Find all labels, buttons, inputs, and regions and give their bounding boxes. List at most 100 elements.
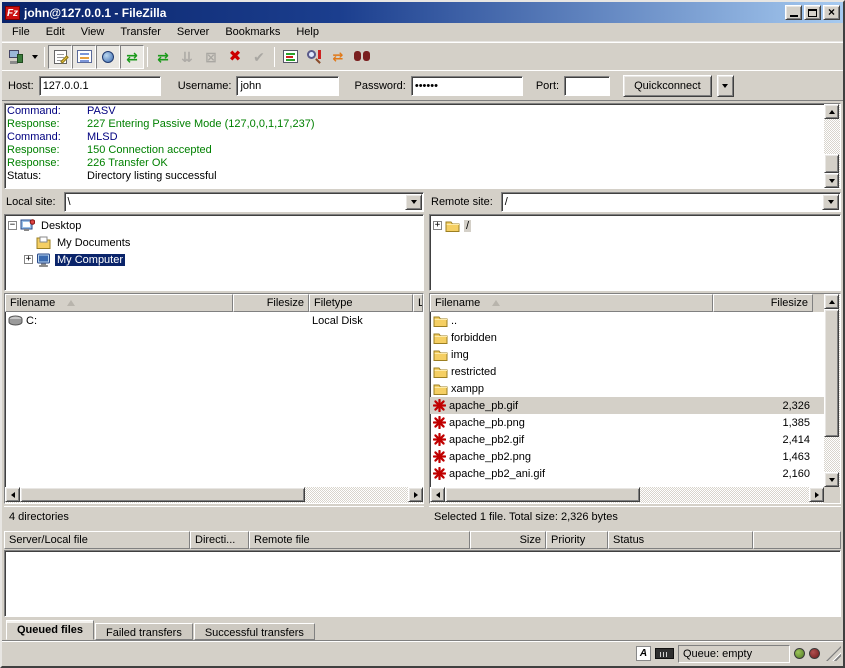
directory-comparison-button[interactable]: [278, 45, 302, 69]
username-input[interactable]: [236, 76, 339, 96]
remote-site-dropdown-button[interactable]: [822, 194, 839, 210]
remote-tree[interactable]: + /: [429, 214, 841, 291]
file-row-apache-pb2-png[interactable]: apache_pb2.png 1,463: [430, 448, 824, 465]
quickconnect-dropdown-button[interactable]: [717, 75, 734, 97]
filename-filters-button[interactable]: [302, 45, 326, 69]
disconnect-button[interactable]: ✖: [223, 45, 247, 69]
sort-ascending-icon: [67, 300, 75, 306]
scroll-down-button[interactable]: [824, 173, 839, 188]
column-header-status[interactable]: Status: [608, 531, 753, 549]
column-header-priority[interactable]: Priority: [546, 531, 608, 549]
tree-item-my-documents[interactable]: My Documents: [6, 234, 422, 251]
toggle-message-log-button[interactable]: [48, 45, 72, 69]
message-log[interactable]: Command: PASV Response: 227 Entering Pas…: [5, 104, 824, 188]
file-row-apache-pb-png[interactable]: apache_pb.png 1,385: [430, 414, 824, 431]
remote-file-list[interactable]: .. forbidden img restricted xampp apache…: [430, 312, 824, 487]
toggle-remote-tree-button[interactable]: [96, 45, 120, 69]
maximize-button[interactable]: [804, 5, 821, 20]
column-header-filetype[interactable]: Filetype: [309, 294, 413, 312]
file-row-restricted[interactable]: restricted: [430, 363, 824, 380]
toggle-local-tree-button[interactable]: [72, 45, 96, 69]
scroll-left-button[interactable]: [430, 487, 445, 502]
scrollbar-thumb[interactable]: [445, 487, 640, 502]
file-row-img[interactable]: img: [430, 346, 824, 363]
column-header-l[interactable]: L: [413, 294, 423, 312]
minimize-button[interactable]: [785, 5, 802, 20]
remote-site-combo[interactable]: /: [501, 192, 841, 212]
column-header-filesize[interactable]: Filesize: [713, 294, 813, 312]
file-row-c-[interactable]: C: Local Disk: [5, 312, 423, 329]
local-site-combo[interactable]: \: [64, 192, 424, 212]
menu-edit[interactable]: Edit: [38, 24, 73, 40]
column-header-blank[interactable]: [753, 531, 841, 549]
arrow-down-icon: [829, 179, 835, 183]
local-file-list[interactable]: C: Local Disk: [5, 312, 423, 487]
synchronized-browsing-button[interactable]: ⇄: [326, 45, 350, 69]
toggle-queue-button[interactable]: ⇄: [120, 45, 144, 69]
reconnect-button[interactable]: ✔: [247, 45, 271, 69]
menu-view[interactable]: View: [73, 24, 113, 40]
file-row--[interactable]: ..: [430, 312, 824, 329]
password-input[interactable]: [411, 76, 523, 96]
remote-vertical-scrollbar[interactable]: [824, 294, 840, 487]
menu-transfer[interactable]: Transfer: [112, 24, 169, 40]
remote-horizontal-scrollbar[interactable]: [430, 487, 824, 503]
queue-list[interactable]: [4, 550, 841, 617]
search-button[interactable]: [350, 45, 374, 69]
menu-bookmarks[interactable]: Bookmarks: [217, 24, 288, 40]
tab-failed-transfers[interactable]: Failed transfers: [95, 623, 193, 640]
scroll-down-button[interactable]: [824, 472, 839, 487]
scrollbar-thumb[interactable]: [824, 309, 839, 437]
file-row-forbidden[interactable]: forbidden: [430, 329, 824, 346]
close-button[interactable]: ×: [823, 5, 840, 20]
column-header-remote-file[interactable]: Remote file: [249, 531, 470, 549]
scroll-up-button[interactable]: [824, 294, 839, 309]
column-header-server-local-file[interactable]: Server/Local file: [4, 531, 190, 549]
column-header-directi-[interactable]: Directi...: [190, 531, 249, 549]
file-row-apache-pb2-ani-gif[interactable]: apache_pb2_ani.gif 2,160: [430, 465, 824, 482]
column-header-size[interactable]: Size: [470, 531, 546, 549]
host-input[interactable]: [39, 76, 161, 96]
tree-item-my-computer[interactable]: + My Computer: [6, 251, 422, 268]
tab-queued-files[interactable]: Queued files: [6, 620, 94, 640]
column-header-filename[interactable]: Filename: [5, 294, 233, 312]
refresh-button[interactable]: ⇄: [151, 45, 175, 69]
scrollbar-thumb[interactable]: [824, 154, 839, 173]
tab-successful-transfers[interactable]: Successful transfers: [194, 623, 315, 640]
quickconnect-button[interactable]: Quickconnect: [623, 75, 712, 97]
tree-expander-plus[interactable]: +: [433, 221, 442, 230]
remote-site-label: Remote site:: [429, 196, 497, 208]
local-site-dropdown-button[interactable]: [405, 194, 422, 210]
resize-grip[interactable]: [826, 646, 841, 661]
scroll-right-button[interactable]: [408, 487, 423, 502]
arrow-up-icon: [829, 300, 835, 304]
tree-expander-minus[interactable]: −: [8, 221, 17, 230]
file-row-xampp[interactable]: xampp: [430, 380, 824, 397]
scroll-up-button[interactable]: [824, 104, 839, 119]
process-queue-button[interactable]: ⇊: [175, 45, 199, 69]
cancel-operation-button[interactable]: ⊠: [199, 45, 223, 69]
column-header-filename[interactable]: Filename: [430, 294, 713, 312]
menu-file[interactable]: File: [4, 24, 38, 40]
local-horizontal-scrollbar[interactable]: [5, 487, 423, 503]
tree-expander-plus[interactable]: +: [24, 255, 33, 264]
file-row-apache-pb-gif[interactable]: apache_pb.gif 2,326: [430, 397, 824, 414]
title-bar[interactable]: Fz john@127.0.0.1 - FileZilla ×: [2, 2, 843, 23]
port-input[interactable]: [564, 76, 610, 96]
tree-item-desktop[interactable]: − Desktop: [6, 217, 422, 234]
scroll-left-button[interactable]: [5, 487, 20, 502]
scroll-right-button[interactable]: [809, 487, 824, 502]
local-tree[interactable]: − Desktop My Documents + My Computer: [4, 214, 424, 291]
scrollbar-thumb[interactable]: [20, 487, 305, 502]
menu-server[interactable]: Server: [169, 24, 217, 40]
process-queue-icon: ⇊: [181, 50, 193, 64]
site-manager-dropdown-button[interactable]: [28, 45, 41, 69]
log-vertical-scrollbar[interactable]: [824, 104, 840, 188]
menu-help[interactable]: Help: [288, 24, 327, 40]
site-manager-button[interactable]: [4, 45, 28, 69]
column-header-filesize[interactable]: Filesize: [233, 294, 309, 312]
file-row-apache-pb2-gif[interactable]: apache_pb2.gif 2,414: [430, 431, 824, 448]
status-bar: A Queue: empty: [2, 640, 843, 666]
tree-item--[interactable]: + /: [431, 217, 839, 234]
file-size: 1,385: [713, 417, 813, 429]
